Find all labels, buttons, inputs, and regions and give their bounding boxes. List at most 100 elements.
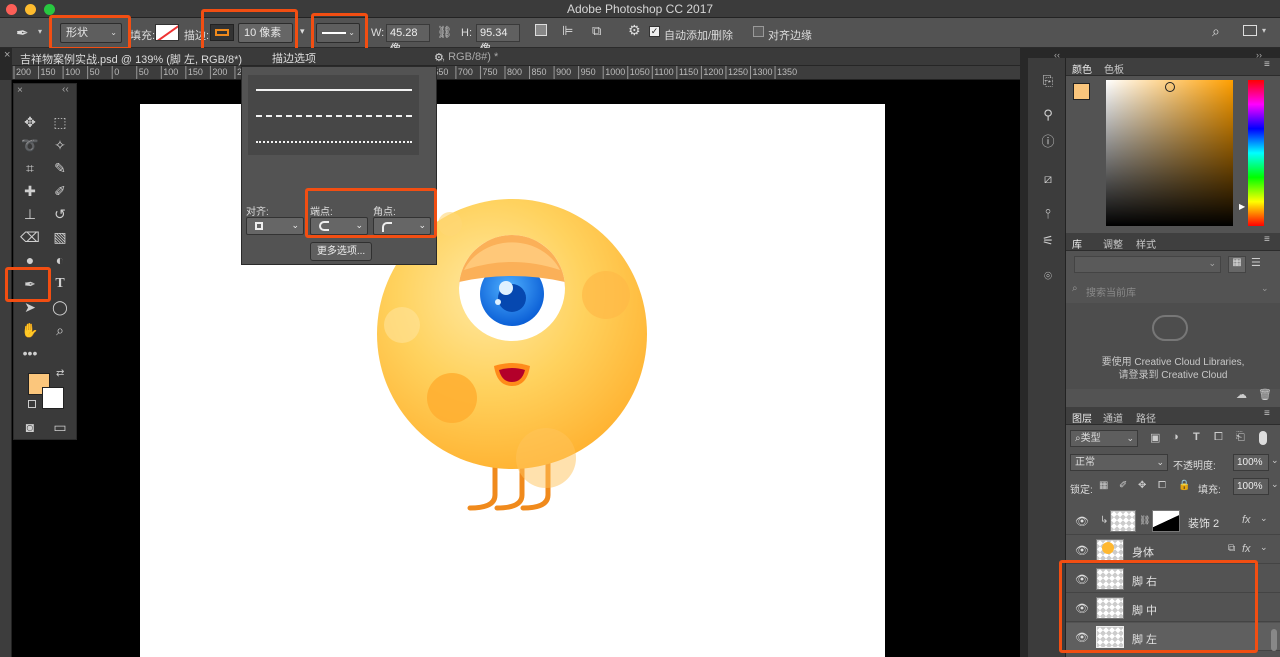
more-options-button[interactable]: 更多选项... [310,242,372,261]
fill-chevron-icon[interactable]: ⌄ [1271,479,1279,490]
quick-mask-icon[interactable]: ◙ [19,417,41,437]
panel-menu-icon[interactable]: ≡ [1264,59,1270,70]
layer-effects-icon[interactable]: fx [1242,543,1251,555]
opacity-chevron-icon[interactable]: ⌄ [1271,455,1279,466]
tab-color[interactable]: 颜色 [1072,61,1092,76]
history-brush-icon[interactable]: ↺ [49,204,71,224]
screen-mode-icon[interactable]: ▭ [49,417,71,437]
lock-transparent-icon[interactable]: ▦ [1099,480,1108,491]
hand-tool-icon[interactable]: ✋ [19,320,41,340]
tab-styles[interactable]: 样式 [1136,236,1156,251]
history-panel-icon[interactable]: ⎘ [1039,72,1057,90]
collapse-icon[interactable]: ‹‹ [62,84,69,95]
close-window-button[interactable] [6,4,17,15]
workspace-icon[interactable] [1243,25,1257,36]
visibility-eye-icon[interactable]: 👁 [1075,544,1089,557]
hue-slider[interactable] [1248,80,1264,226]
filter-type-icon[interactable]: T [1193,431,1200,443]
pen-tool-icon[interactable]: ✒ [16,24,29,42]
ellipse-tool-icon[interactable]: ◯ [49,297,71,317]
opacity-field[interactable]: 100% [1233,454,1269,471]
magic-wand-icon[interactable]: ✧ [49,135,71,155]
chevron-down-icon[interactable]: ⌄ [1260,542,1268,553]
color-field[interactable] [1106,80,1233,226]
blend-mode-dropdown[interactable]: 正常 ⌄ [1070,454,1168,471]
close-tab-icon[interactable]: × [4,49,10,61]
tab-layers[interactable]: 图层 [1072,410,1092,425]
link-icon[interactable]: ⛓ [437,25,452,39]
lock-artboard-icon[interactable]: ⧠ [1158,480,1166,491]
hue-slider-handle[interactable]: ▶ [1239,202,1245,211]
actions-panel-icon[interactable]: ⚲ [1039,106,1057,124]
dodge-tool-icon[interactable]: ◐ [49,250,71,270]
eraser-icon[interactable]: ⌫ [19,227,41,247]
document-tab[interactable]: 吉祥物案例实战.psd @ 139% (脚 左, RGB/8*) [20,51,242,67]
filter-adjustment-icon[interactable]: ◑ [1172,431,1179,443]
height-field[interactable]: 95.34 像 [476,24,520,55]
solid-stroke-option[interactable] [256,89,412,91]
background-color-swatch[interactable] [42,387,64,409]
path-arrangement-icon[interactable]: ⧉ [592,23,601,39]
filter-shape-icon[interactable]: ⧠ [1214,431,1223,444]
lock-image-icon[interactable]: ✐ [1119,480,1127,491]
collapse-icon[interactable]: ‹‹ [1054,50,1060,60]
minimize-window-button[interactable] [25,4,36,15]
tab-swatches[interactable]: 色板 [1104,61,1124,76]
eyedropper-icon[interactable]: ✎ [49,158,71,178]
auto-add-delete-checkbox[interactable]: ✓ [649,26,660,37]
foreground-color-chip[interactable] [1073,83,1090,100]
default-colors-icon[interactable] [28,400,36,408]
dashed-stroke-option[interactable] [256,115,412,117]
cloud-sync-icon[interactable]: ☁ [1236,388,1247,401]
filter-pixel-icon[interactable]: ▣ [1150,431,1160,444]
type-tool-icon[interactable]: T [49,274,71,294]
more-tools-icon[interactable]: ••• [19,343,41,363]
fill-field[interactable]: 100% [1233,478,1269,495]
fill-swatch[interactable] [155,24,179,41]
layer-row[interactable]: 👁 ↳ ⛓ 装饰 2 fx ⌄ [1066,507,1280,535]
stroke-panel-gear-icon[interactable]: ⚙ [434,51,444,64]
tab-libraries[interactable]: 库 [1072,236,1082,251]
zoom-window-button[interactable] [44,4,55,15]
adjust-icon[interactable]: ⚟ [1039,232,1057,250]
brush-tool-icon[interactable]: ✐ [49,181,71,201]
visibility-eye-icon[interactable]: 👁 [1075,515,1089,528]
stroke-width-chevron-icon[interactable]: ▾ [300,26,305,37]
filter-smart-object-icon[interactable]: ⎗ [1236,431,1245,444]
swap-colors-icon[interactable]: ⇄ [56,368,64,379]
lasso-tool-icon[interactable]: ➰ [19,135,41,155]
panel-menu-icon[interactable]: ≡ [1264,408,1270,419]
path-operations-icon[interactable] [535,24,547,36]
layers-scrollbar[interactable] [1271,629,1277,651]
tool-preset-chevron-icon[interactable]: ▾ [38,27,42,36]
move-tool-icon[interactable]: ✥ [19,112,41,132]
brush-panel-icon[interactable]: ⫯ [1039,205,1057,223]
dotted-stroke-option[interactable] [256,141,412,143]
healing-brush-icon[interactable]: ✚ [19,181,41,201]
trash-icon[interactable]: 🗑 [1258,388,1272,401]
library-search-input[interactable]: 搜索当前库 [1086,284,1136,299]
library-select-dropdown[interactable]: ⌄ [1074,256,1221,273]
close-icon[interactable]: × [17,85,23,96]
tab-adjustments[interactable]: 调整 [1103,236,1123,251]
clone-stamp-icon[interactable]: ⊥ [19,204,41,224]
tab-channels[interactable]: 通道 [1103,410,1123,425]
layer-filter-dropdown[interactable]: ⌕类型 ⌄ [1070,430,1138,447]
marquee-tool-icon[interactable]: ⬚ [49,112,71,132]
list-view-icon[interactable]: ☰ [1251,256,1261,269]
properties-panel-icon[interactable]: ⧄ [1039,170,1057,188]
tab-paths[interactable]: 路径 [1136,410,1156,425]
color-picker-marker[interactable] [1165,82,1175,92]
gear-icon[interactable]: ⚙ [628,22,641,39]
align-dropdown[interactable]: ⌄ [246,217,304,235]
glyphs-panel-icon[interactable]: ⌾ [1039,267,1057,285]
lock-position-icon[interactable]: ✥ [1138,480,1146,491]
panel-menu-icon[interactable]: ≡ [1264,234,1270,245]
workspace-chevron-icon[interactable]: ▾ [1262,26,1266,35]
search-icon[interactable]: ⌕ [1212,23,1220,40]
layer-effects-icon[interactable]: fx [1242,514,1251,526]
align-edges-checkbox[interactable] [753,26,764,37]
info-icon[interactable]: ⓘ [1039,133,1057,151]
zoom-tool-icon[interactable]: ⌕ [49,320,71,340]
gradient-tool-icon[interactable]: ▧ [49,227,71,247]
